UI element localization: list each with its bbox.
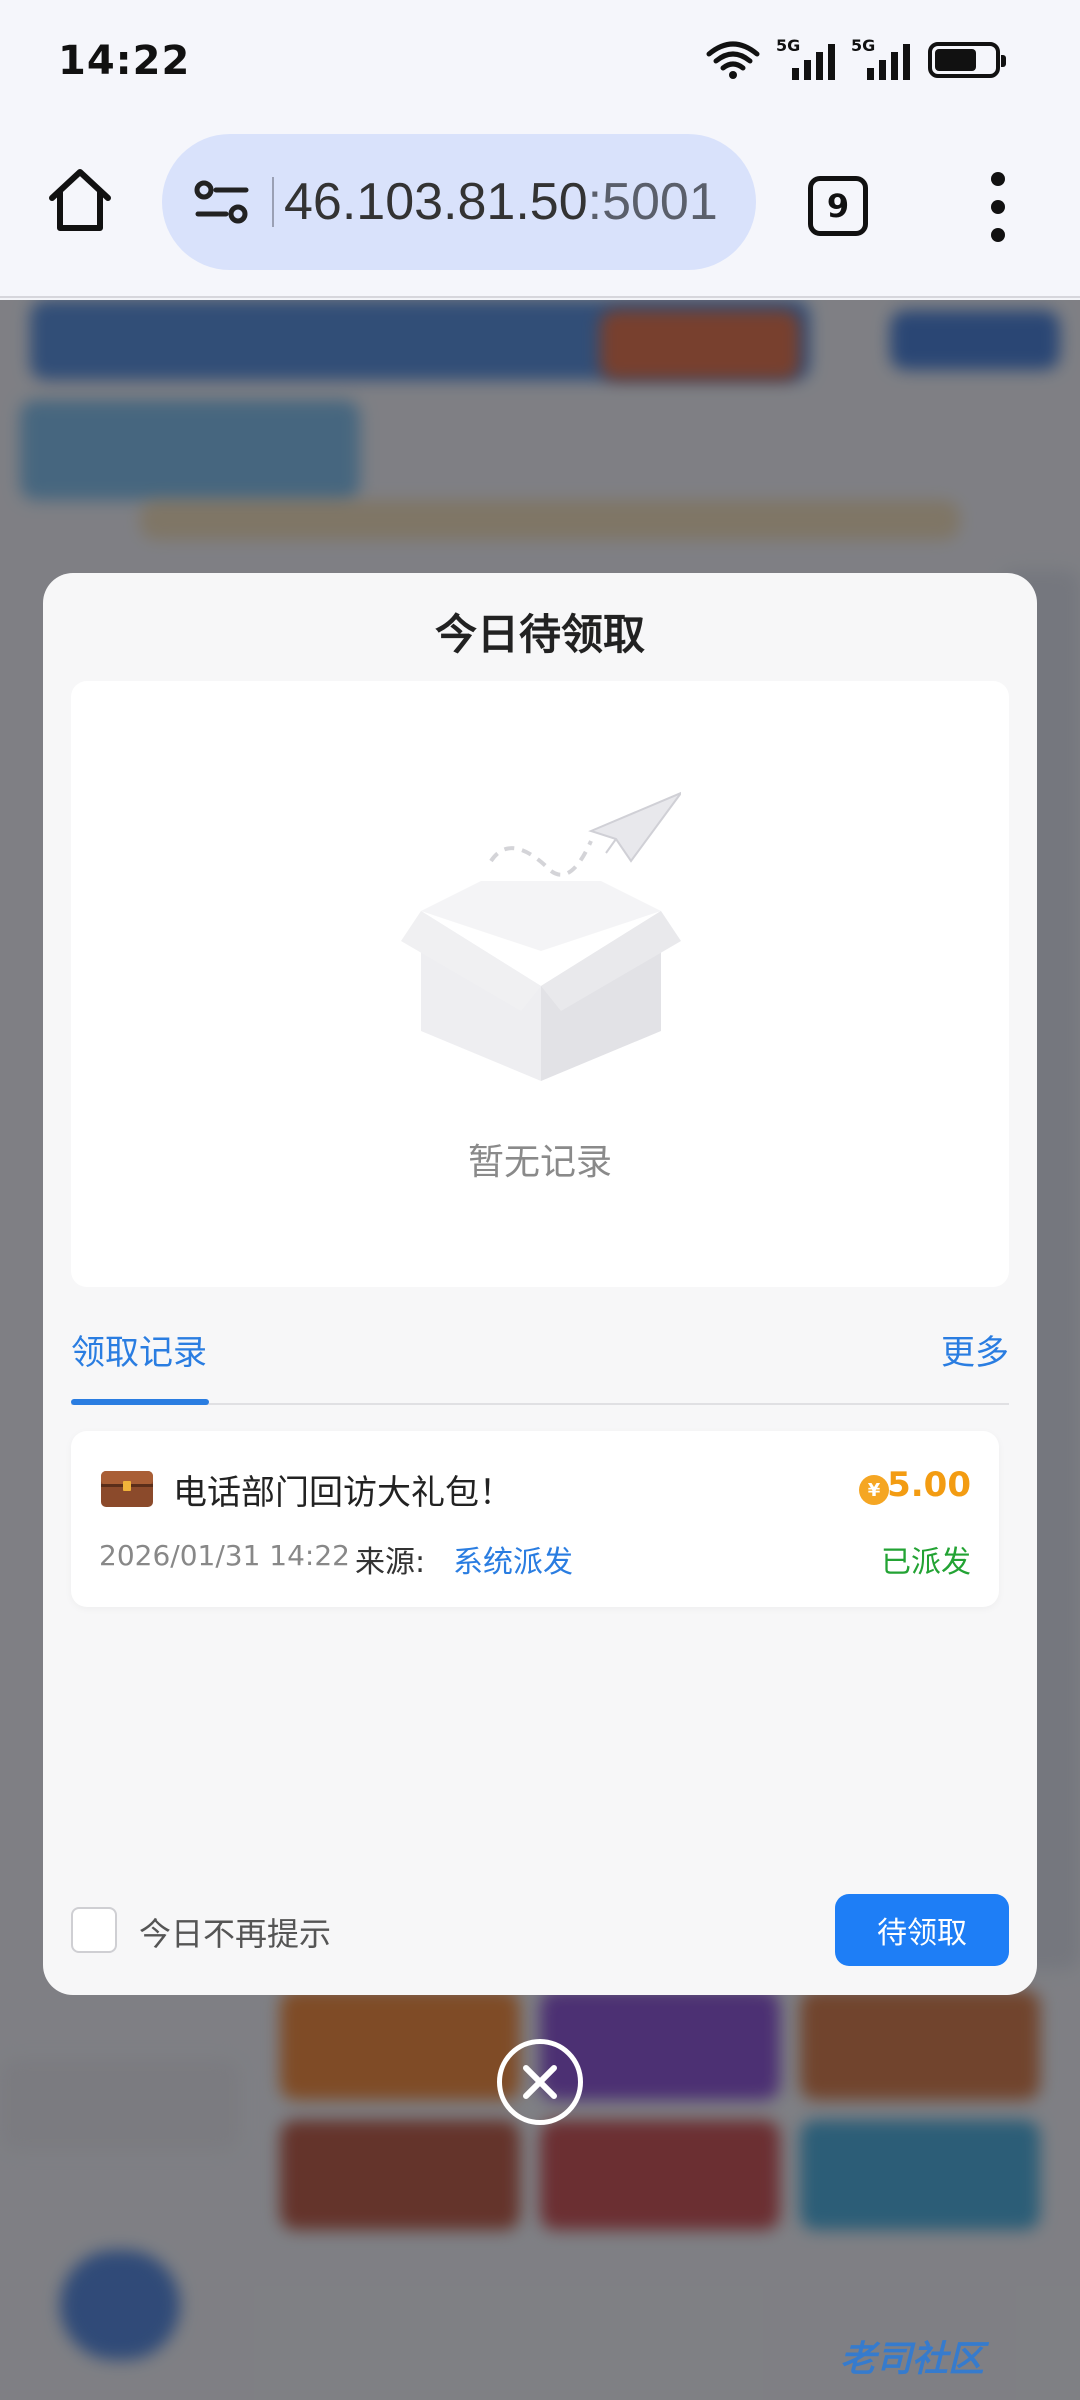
status-time: 14:22 bbox=[58, 38, 191, 84]
address-separator bbox=[272, 177, 274, 227]
dialog-title: 今日待领取 bbox=[434, 610, 645, 659]
tab-switcher-button[interactable]: 9 bbox=[808, 176, 868, 236]
status-icons: 5G 5G bbox=[706, 36, 1006, 80]
browser-toolbar: 46.103.81.50:5001 9 bbox=[0, 124, 1080, 298]
cellular-signal-icon: 5G bbox=[776, 36, 835, 80]
record-title: 电话部门回访大礼包！ bbox=[173, 1473, 513, 1513]
wifi-icon bbox=[706, 41, 760, 79]
more-menu-icon[interactable] bbox=[986, 172, 1010, 242]
tab-claim-records[interactable]: 领取记录 bbox=[71, 1325, 207, 1374]
url-text[interactable]: 46.103.81.50:5001 bbox=[284, 172, 718, 232]
coin-icon: ¥ bbox=[859, 1475, 889, 1505]
watermark-logo: 老司社区 bbox=[840, 2339, 985, 2380]
empty-box-icon bbox=[401, 791, 681, 1081]
dont-show-today-checkbox[interactable] bbox=[71, 1907, 117, 1953]
empty-state-text: 暂无记录 bbox=[467, 1142, 612, 1183]
cellular-signal-icon-2: 5G bbox=[851, 36, 910, 80]
tab-active-indicator bbox=[71, 1399, 209, 1405]
source-label: 来源: bbox=[355, 1545, 426, 1580]
site-settings-icon[interactable] bbox=[190, 174, 256, 230]
more-link[interactable]: 更多 bbox=[941, 1325, 1009, 1374]
list-item[interactable]: 电话部门回访大礼包！ ¥ 5.00 2026/01/31 14:22 来源: 系… bbox=[71, 1431, 999, 1607]
status-bar: 14:22 5G 5G bbox=[0, 0, 1080, 124]
battery-icon bbox=[928, 42, 1006, 78]
empty-state-card: 暂无记录 bbox=[71, 681, 1009, 1287]
status-badge: 已派发 bbox=[881, 1545, 971, 1580]
claim-button[interactable]: 待领取 bbox=[835, 1894, 1009, 1966]
address-bar[interactable]: 46.103.81.50:5001 bbox=[162, 134, 756, 270]
dont-show-today-label[interactable]: 今日不再提示 bbox=[139, 1909, 331, 1955]
home-button[interactable] bbox=[44, 164, 116, 244]
record-date: 2026/01/31 14:22 bbox=[99, 1539, 350, 1572]
record-amount: 5.00 bbox=[887, 1465, 971, 1505]
records-tab-bar: 领取记录 更多 bbox=[71, 1325, 1009, 1405]
close-icon bbox=[523, 2065, 557, 2099]
home-icon bbox=[49, 169, 111, 231]
source-value: 系统派发 bbox=[453, 1545, 573, 1580]
close-dialog-button[interactable] bbox=[497, 2039, 583, 2125]
treasure-chest-icon bbox=[101, 1471, 153, 1507]
pending-rewards-dialog: 今日待领取 暂无记录 领取记录 更多 电话部门回访大礼包！ ¥ 5.00 202… bbox=[43, 573, 1037, 1995]
